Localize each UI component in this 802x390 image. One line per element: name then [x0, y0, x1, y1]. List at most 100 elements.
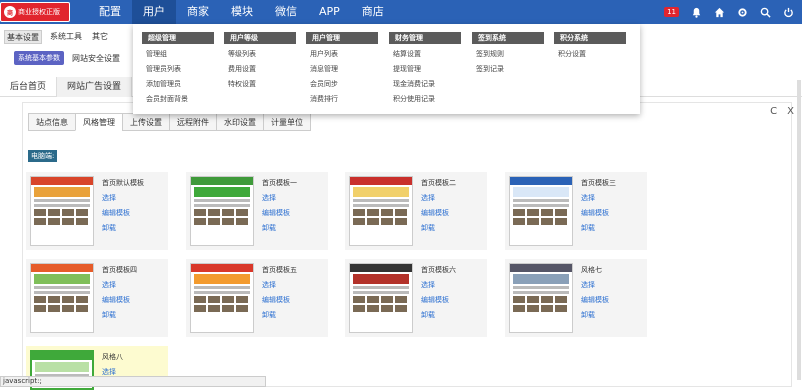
tab-watermark-settings[interactable]: 水印设置 — [216, 113, 264, 131]
edit-template-link[interactable]: 编辑模板 — [581, 208, 616, 218]
menu-item[interactable]: 积分设置 — [554, 49, 626, 59]
nav-store[interactable]: 商店 — [351, 0, 395, 24]
menu-item[interactable]: 管理组 — [142, 49, 214, 59]
menu-header: 财务管理 — [389, 32, 461, 44]
edit-template-link[interactable]: 编辑模板 — [262, 295, 297, 305]
uninstall-link[interactable]: 卸载 — [102, 223, 144, 233]
template-name: 风格七 — [581, 266, 602, 274]
menu-header: 超级管理 — [142, 32, 214, 44]
nav-config[interactable]: 配置 — [88, 0, 132, 24]
power-icon[interactable] — [783, 7, 794, 18]
menu-item[interactable]: 现金消费记录 — [389, 79, 461, 89]
template-thumbnail[interactable] — [509, 176, 573, 246]
menu-item[interactable]: 用户列表 — [306, 49, 378, 59]
menu-item[interactable]: 提现管理 — [389, 64, 461, 74]
uninstall-link[interactable]: 卸载 — [102, 310, 137, 320]
tab-site-info[interactable]: 站点信息 — [28, 113, 76, 131]
select-link[interactable]: 选择 — [421, 280, 456, 290]
edit-template-link[interactable]: 编辑模板 — [581, 295, 609, 305]
select-link[interactable]: 选择 — [102, 193, 144, 203]
menu-header: 积分系统 — [554, 32, 626, 44]
nav-merchant[interactable]: 商家 — [176, 0, 220, 24]
menu-item[interactable]: 添加管理员 — [142, 79, 214, 89]
tab-upload-settings[interactable]: 上传设置 — [122, 113, 170, 131]
template-card: 首页模板二 选择 编辑模板 卸载 — [345, 172, 487, 250]
logo-text: 商业授权正版 — [18, 8, 60, 16]
uninstall-link[interactable]: 卸载 — [581, 223, 616, 233]
menu-item[interactable]: 结算设置 — [389, 49, 461, 59]
menu-column-finance: 财务管理 结算设置 提现管理 现金消费记录 积分使用记录 — [389, 32, 461, 104]
tab-style-management[interactable]: 风格管理 — [75, 113, 123, 131]
template-card: 首页默认模板 选择 编辑模板 卸载 — [26, 172, 168, 250]
menu-item[interactable]: 签到记录 — [472, 64, 544, 74]
template-card: 首页模板六 选择 编辑模板 卸载 — [345, 259, 487, 337]
select-link[interactable]: 选择 — [262, 193, 297, 203]
template-thumbnail[interactable] — [190, 176, 254, 246]
template-thumbnail[interactable] — [30, 176, 94, 246]
menu-item[interactable]: 会员同步 — [306, 79, 378, 89]
template-thumbnail[interactable] — [30, 263, 94, 333]
template-card: 首页模板五 选择 编辑模板 卸载 — [186, 259, 328, 337]
status-bar: javascript:; — [0, 376, 266, 387]
template-name: 首页默认模板 — [102, 179, 144, 187]
template-card: 风格七 选择 编辑模板 卸载 — [505, 259, 647, 337]
template-thumbnail[interactable] — [509, 263, 573, 333]
uninstall-link[interactable]: 卸载 — [262, 223, 297, 233]
uninstall-link[interactable]: 卸载 — [581, 310, 609, 320]
select-link[interactable]: 选择 — [262, 280, 297, 290]
system-params-pill[interactable]: 系统基本参数 — [14, 51, 64, 65]
content-tabs: 站点信息 风格管理 上传设置 远程附件 水印设置 计量单位 — [28, 113, 311, 131]
menu-item[interactable]: 消息管理 — [306, 64, 378, 74]
search-icon[interactable] — [760, 7, 771, 18]
subtab-basic-settings[interactable]: 基本设置 — [4, 30, 42, 44]
edit-template-link[interactable]: 编辑模板 — [262, 208, 297, 218]
subtab-other[interactable]: 其它 — [90, 30, 110, 44]
select-link[interactable]: 选择 — [421, 193, 456, 203]
notification-count[interactable]: 11 — [664, 7, 679, 17]
pagetab-home[interactable]: 后台首页 — [0, 77, 58, 97]
menu-header: 签到系统 — [472, 32, 544, 44]
select-link[interactable]: 选择 — [581, 280, 609, 290]
security-settings-link[interactable]: 网站安全设置 — [72, 53, 120, 64]
uninstall-link[interactable]: 卸载 — [421, 310, 456, 320]
pagetab-ad-settings[interactable]: 网站广告设置 — [57, 77, 133, 97]
template-thumbnail[interactable] — [190, 263, 254, 333]
template-name: 首页模板二 — [421, 179, 456, 187]
nav-app[interactable]: APP — [308, 0, 351, 24]
template-thumbnail[interactable] — [349, 176, 413, 246]
menu-item[interactable]: 特权设置 — [224, 79, 296, 89]
pc-label: 电脑端: — [28, 150, 58, 162]
bell-icon[interactable] — [691, 7, 702, 18]
tab-remote-attachments[interactable]: 远程附件 — [169, 113, 217, 131]
nav-wechat[interactable]: 微信 — [264, 0, 308, 24]
menu-item[interactable]: 费用设置 — [224, 64, 296, 74]
subtab-system-tools[interactable]: 系统工具 — [48, 30, 84, 44]
menu-item[interactable]: 消费排行 — [306, 94, 378, 104]
nav-user[interactable]: 用户 — [132, 0, 176, 24]
menu-item[interactable]: 等级列表 — [224, 49, 296, 59]
gear-icon[interactable] — [737, 7, 748, 18]
refresh-icon[interactable]: C — [770, 106, 777, 117]
edit-template-link[interactable]: 编辑模板 — [102, 208, 144, 218]
close-icon[interactable]: X — [787, 106, 794, 117]
menu-item[interactable]: 签到规则 — [472, 49, 544, 59]
menu-column-user-level: 用户等级 等级列表 费用设置 特权设置 — [224, 32, 296, 89]
edit-template-link[interactable]: 编辑模板 — [421, 208, 456, 218]
template-name: 风格八 — [102, 353, 123, 361]
menu-item[interactable]: 管理员列表 — [142, 64, 214, 74]
edit-template-link[interactable]: 编辑模板 — [102, 295, 137, 305]
nav-module[interactable]: 模块 — [220, 0, 264, 24]
template-thumbnail[interactable] — [349, 263, 413, 333]
scrollbar[interactable] — [797, 80, 801, 380]
menu-item[interactable]: 积分使用记录 — [389, 94, 461, 104]
template-card: 首页模板三 选择 编辑模板 卸载 — [505, 172, 647, 250]
select-link[interactable]: 选择 — [102, 280, 137, 290]
select-link[interactable]: 选择 — [581, 193, 616, 203]
brand-logo[interactable]: 商 商业授权正版 — [0, 2, 70, 22]
home-icon[interactable] — [714, 7, 725, 18]
uninstall-link[interactable]: 卸载 — [421, 223, 456, 233]
uninstall-link[interactable]: 卸载 — [262, 310, 297, 320]
menu-item[interactable]: 会员封面背景 — [142, 94, 214, 104]
tab-units[interactable]: 计量单位 — [263, 113, 311, 131]
edit-template-link[interactable]: 编辑模板 — [421, 295, 456, 305]
